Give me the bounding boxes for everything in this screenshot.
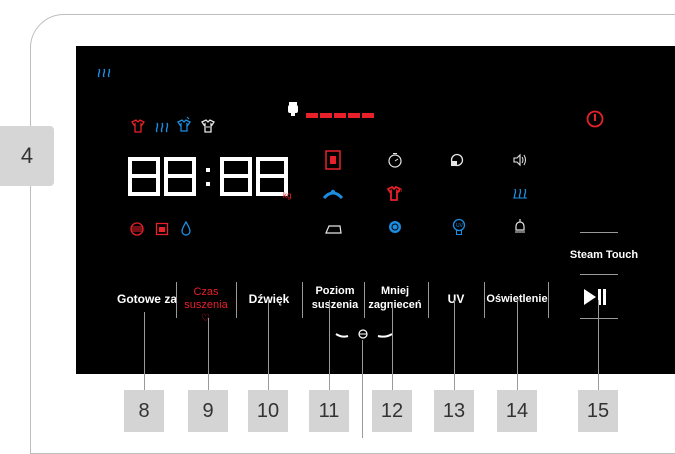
shirt-steam-red-icon: [130, 118, 146, 139]
callout-10: 10: [248, 390, 288, 432]
callout-11: 11: [309, 390, 349, 432]
uv-lamp-icon: UV: [452, 218, 466, 241]
iron-icon: [325, 222, 343, 240]
time-display: [126, 156, 296, 203]
power-icon[interactable]: [586, 110, 604, 133]
callout-13: 13: [434, 390, 474, 432]
swipe-indicator[interactable]: [334, 326, 394, 347]
steam-blue-icon: [154, 119, 170, 138]
container-icon: [155, 222, 169, 241]
drum-icon: [388, 220, 402, 239]
callout-14: 14: [497, 390, 537, 432]
divider-5: [428, 282, 429, 318]
callout-line-12: [392, 302, 393, 390]
callout-15: 15: [578, 390, 618, 432]
callout-line-13: [454, 300, 455, 390]
czas-suszenia-button[interactable]: Czas suszenia: [180, 286, 232, 312]
callout-8: 8: [124, 390, 164, 432]
callout-line-11: [329, 300, 330, 390]
steam-touch-top-line: [580, 232, 618, 233]
water-drop-icon: [180, 220, 192, 241]
door-lock-icon: [325, 150, 341, 175]
callout-12-label: 12: [380, 399, 404, 422]
divider-7: [548, 282, 549, 318]
divider-2: [236, 282, 237, 318]
child-lock-icon: [449, 152, 465, 173]
steam-indicator-icon: [96, 66, 112, 80]
water-level-bar: [306, 106, 376, 124]
callout-4-label: 4: [20, 143, 34, 168]
light-bulb-icon: [513, 218, 527, 241]
callout-13-label: 13: [442, 399, 466, 422]
delay-timer-icon: [387, 152, 403, 173]
play-bottom-line: [580, 318, 618, 319]
callout-9: 9: [188, 390, 228, 432]
callout-line-8: [144, 312, 145, 390]
callout-line-10: [268, 300, 269, 390]
gotowe-za-button[interactable]: Gotowe za: [110, 292, 184, 306]
callout-line-15: [598, 300, 599, 390]
shirt-white-icon: [200, 118, 216, 139]
refresh-shirt-icon: [176, 116, 192, 137]
divider-3: [302, 282, 303, 318]
mniej-zagniecen-button[interactable]: Mniej zagnieceń: [366, 284, 424, 312]
callout-14-label: 14: [505, 399, 529, 422]
callout-line-9: [208, 318, 209, 390]
steam-touch-bottom-line: [580, 274, 618, 275]
callout-4: 4: [0, 126, 54, 186]
control-panel: kg h UV Steam Touch Gotowe za Czas susze…: [76, 46, 675, 374]
steam-touch-icon: [512, 185, 528, 204]
drying-level-icon: [322, 187, 344, 205]
kg-unit: kg: [283, 191, 292, 200]
filter-icon: [130, 222, 144, 241]
callout-line-swipe: [362, 340, 363, 438]
anti-crease-icon: h: [386, 184, 404, 207]
divider-1: [176, 282, 177, 318]
svg-text:h: h: [399, 188, 402, 194]
divider-6: [484, 282, 485, 318]
callout-12: 12: [372, 390, 412, 432]
dzwiek-button[interactable]: Dźwięk: [240, 292, 298, 306]
divider-4: [364, 282, 365, 318]
water-level-icon: [285, 101, 301, 122]
callout-8-label: 8: [138, 399, 150, 422]
callout-10-label: 10: [256, 399, 280, 422]
callout-line-14: [517, 300, 518, 390]
callout-9-label: 9: [202, 399, 214, 422]
play-pause-button[interactable]: [582, 287, 608, 312]
svg-text:UV: UV: [456, 223, 464, 229]
callout-15-label: 15: [586, 399, 610, 422]
callout-11-label: 11: [318, 399, 340, 422]
poziom-suszenia-button[interactable]: Poziom suszenia: [306, 284, 364, 312]
steam-touch-label[interactable]: Steam Touch: [560, 248, 648, 262]
sound-icon: [512, 152, 528, 173]
uv-button[interactable]: UV: [432, 292, 480, 306]
